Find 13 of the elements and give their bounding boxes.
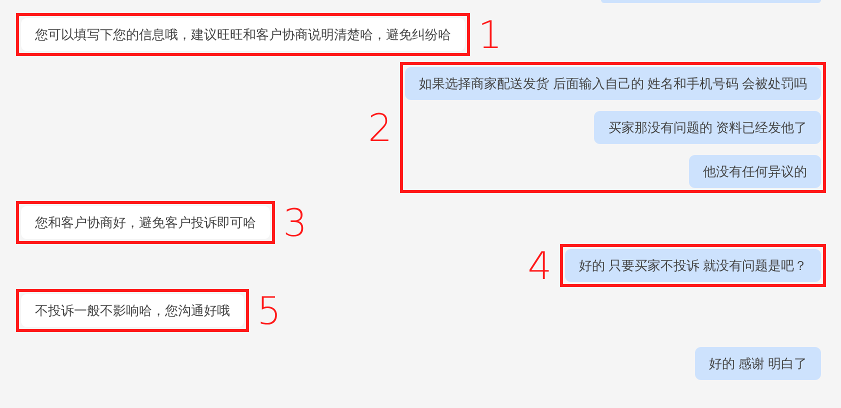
message-bubble: 您和客户协商好，避免客户投诉即可哈 — [21, 206, 270, 239]
message-bubble: 买家那没有问题的 资料已经发他了 — [594, 111, 821, 144]
annotation-number: 3 — [282, 204, 308, 242]
message-bubble: 好的 感谢 明白了 — [694, 347, 821, 380]
annotation-number: 5 — [256, 292, 282, 330]
message-bubble: 不投诉一般不影响哈，您沟通好哦 — [21, 294, 244, 327]
message-bubble: 他没有任何异议的 — [689, 155, 821, 188]
annotation-number: 4 — [526, 246, 553, 284]
message-bubble: 您可以填写下您的信息哦，建议旺旺和客户协商说明清楚哈，避免纠纷哈 — [21, 18, 465, 51]
annotation-number: 1 — [477, 16, 504, 54]
message-bubble: 如果选择商家配送发货 后面输入自己的 姓名和手机号码 会被处罚吗 — [405, 67, 821, 100]
message-bubble: 好的 只要买家不投诉 就没有问题是吧？ — [564, 249, 821, 282]
annotation-number: 2 — [366, 108, 394, 146]
